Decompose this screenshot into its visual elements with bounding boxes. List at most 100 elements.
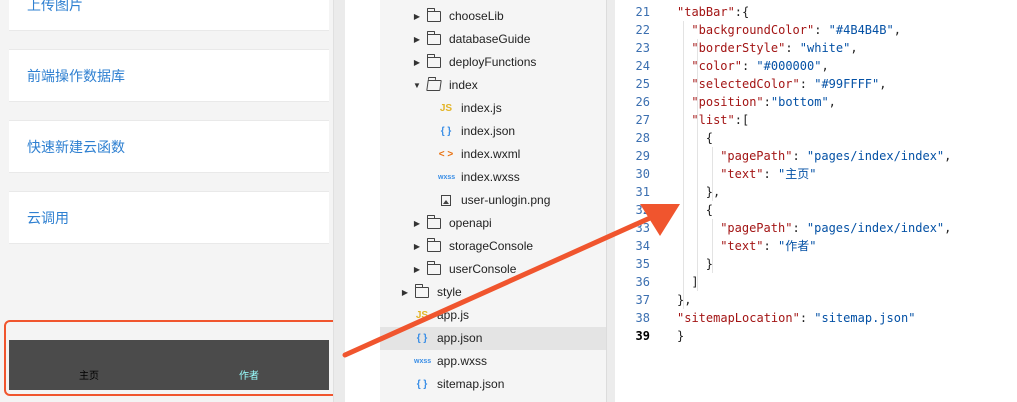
- file-tree-row[interactable]: wxss app.wxss: [380, 350, 606, 373]
- code-editor[interactable]: 21 "tabBar":{ 22 "backgroundColor": "#4B4B4…: [615, 0, 1017, 402]
- file-tree-label: index.wxml: [461, 147, 521, 161]
- json-file-icon: { }: [416, 333, 428, 344]
- file-tree-row[interactable]: ▼ index: [380, 74, 606, 97]
- line-number: 37: [635, 293, 650, 307]
- menu-item-frontend-database[interactable]: 前端操作数据库: [9, 49, 329, 102]
- js-file-icon: JS: [415, 310, 429, 321]
- code-line[interactable]: 30 "text": "主页": [615, 165, 1017, 183]
- line-number: 36: [635, 275, 650, 289]
- code-line[interactable]: 26 "position":"bottom",: [615, 93, 1017, 111]
- image-file-icon: [441, 195, 451, 206]
- code-line[interactable]: 33 "pagePath": "pages/index/index",: [615, 219, 1017, 237]
- folder-icon: [415, 284, 429, 298]
- file-tree-label: app.js: [437, 308, 470, 322]
- code-line[interactable]: 39}: [615, 327, 1017, 345]
- code-line[interactable]: 29 "pagePath": "pages/index/index",: [615, 147, 1017, 165]
- code-text: "backgroundColor": "#4B4B4B",: [691, 23, 901, 37]
- line-number: 28: [635, 131, 650, 145]
- file-tree-label: deployFunctions: [449, 55, 537, 69]
- file-tree-label: index.wxss: [461, 170, 520, 184]
- chevron-right-icon[interactable]: ▶: [412, 212, 422, 235]
- code-line[interactable]: 32 {: [615, 201, 1017, 219]
- panel-divider[interactable]: [606, 0, 615, 402]
- line-number: 38: [635, 311, 650, 325]
- file-tree-row[interactable]: ▶ databaseGuide: [380, 28, 606, 51]
- code-line[interactable]: 22 "backgroundColor": "#4B4B4B",: [615, 21, 1017, 39]
- line-number: 29: [635, 149, 650, 163]
- chevron-right-icon[interactable]: ▶: [412, 51, 422, 74]
- line-number: 21: [635, 5, 650, 19]
- file-tree-row[interactable]: ▶ openapi: [380, 212, 606, 235]
- file-tree-row[interactable]: JS app.js: [380, 304, 606, 327]
- file-tree-label: index.js: [461, 101, 502, 115]
- simulator-scrollbar[interactable]: [333, 0, 345, 402]
- code-line[interactable]: 24 "color": "#000000",: [615, 57, 1017, 75]
- wxss-file-icon: wxss: [414, 358, 432, 365]
- chevron-right-icon[interactable]: ▶: [412, 258, 422, 281]
- tab-home[interactable]: 主页: [79, 367, 99, 382]
- file-tree-row[interactable]: ▶ userConsole: [380, 258, 606, 281]
- chevron-down-icon[interactable]: ▼: [412, 74, 422, 97]
- code-line[interactable]: 28 {: [615, 129, 1017, 147]
- line-number: 35: [635, 257, 650, 271]
- file-tree-label: index.json: [461, 124, 516, 138]
- folder-icon: [427, 31, 441, 45]
- wxml-file-icon: < >: [438, 149, 454, 160]
- file-tree-row[interactable]: wxss index.wxss: [380, 166, 606, 189]
- line-number: 33: [635, 221, 650, 235]
- folder-icon: [427, 261, 441, 275]
- code-line[interactable]: 35}: [615, 255, 1017, 273]
- menu-item-new-cloud-function[interactable]: 快速新建云函数: [9, 120, 329, 173]
- line-number: 24: [635, 59, 650, 73]
- simulator-panel: 上传图片 前端操作数据库 快速新建云函数 云调用 主页 作者: [0, 0, 345, 402]
- chevron-right-icon[interactable]: ▶: [400, 281, 410, 304]
- code-text: "position":"bottom",: [691, 95, 836, 109]
- code-text: ]: [691, 275, 699, 289]
- code-text: "color": "#000000",: [691, 59, 829, 73]
- code-line[interactable]: 36]: [615, 273, 1017, 291]
- file-tree-row[interactable]: { } sitemap.json: [380, 373, 606, 396]
- file-tree-label: style: [437, 285, 462, 299]
- file-tree-row[interactable]: < > index.wxml: [380, 143, 606, 166]
- chevron-right-icon[interactable]: ▶: [412, 28, 422, 51]
- file-tree-row[interactable]: ▶ style: [380, 281, 606, 304]
- file-tree-row[interactable]: { } index.json: [380, 120, 606, 143]
- menu-item-upload-image[interactable]: 上传图片: [9, 0, 329, 31]
- line-number: 25: [635, 77, 650, 91]
- file-tree-row[interactable]: ▶ chooseLib: [380, 5, 606, 28]
- line-number: 30: [635, 167, 650, 181]
- folder-open-icon: [426, 80, 442, 91]
- panel-gap: [345, 0, 380, 402]
- code-text: "text": "主页": [720, 167, 817, 181]
- line-number: 34: [635, 239, 650, 253]
- code-text: {: [705, 131, 714, 145]
- code-line[interactable]: 27 "list":[: [615, 111, 1017, 129]
- folder-icon: [427, 215, 441, 229]
- code-line[interactable]: 21 "tabBar":{: [615, 3, 1017, 21]
- code-text: "tabBar":{: [677, 5, 750, 19]
- code-text: "text": "作者": [720, 239, 817, 253]
- code-line[interactable]: 37},: [615, 291, 1017, 309]
- file-tree-label: index: [449, 78, 478, 92]
- file-tree-row[interactable]: ▶ storageConsole: [380, 235, 606, 258]
- code-line[interactable]: 25 "selectedColor": "#99FFFF",: [615, 75, 1017, 93]
- code-line[interactable]: 34 "text": "作者": [615, 237, 1017, 255]
- file-tree-row[interactable]: user-unlogin.png: [380, 189, 606, 212]
- folder-icon: [427, 8, 441, 22]
- file-tree-row[interactable]: JS index.js: [380, 97, 606, 120]
- file-tree-row[interactable]: ▶ deployFunctions: [380, 51, 606, 74]
- file-tree-label: openapi: [449, 216, 492, 230]
- menu-item-cloud-call[interactable]: 云调用: [9, 191, 329, 244]
- chevron-right-icon[interactable]: ▶: [412, 5, 422, 28]
- code-line[interactable]: 31},: [615, 183, 1017, 201]
- line-number: 27: [635, 113, 650, 127]
- file-tree-label: app.json: [437, 331, 483, 345]
- code-line[interactable]: 38 "sitemapLocation": "sitemap.json": [615, 309, 1017, 327]
- code-text: }: [705, 257, 714, 271]
- code-line[interactable]: 23 "borderStyle": "white",: [615, 39, 1017, 57]
- code-text: "borderStyle": "white",: [691, 41, 858, 55]
- tab-author[interactable]: 作者: [239, 367, 259, 382]
- code-text: },: [677, 293, 692, 307]
- file-tree-row[interactable]: { } app.json: [380, 327, 606, 350]
- chevron-right-icon[interactable]: ▶: [412, 235, 422, 258]
